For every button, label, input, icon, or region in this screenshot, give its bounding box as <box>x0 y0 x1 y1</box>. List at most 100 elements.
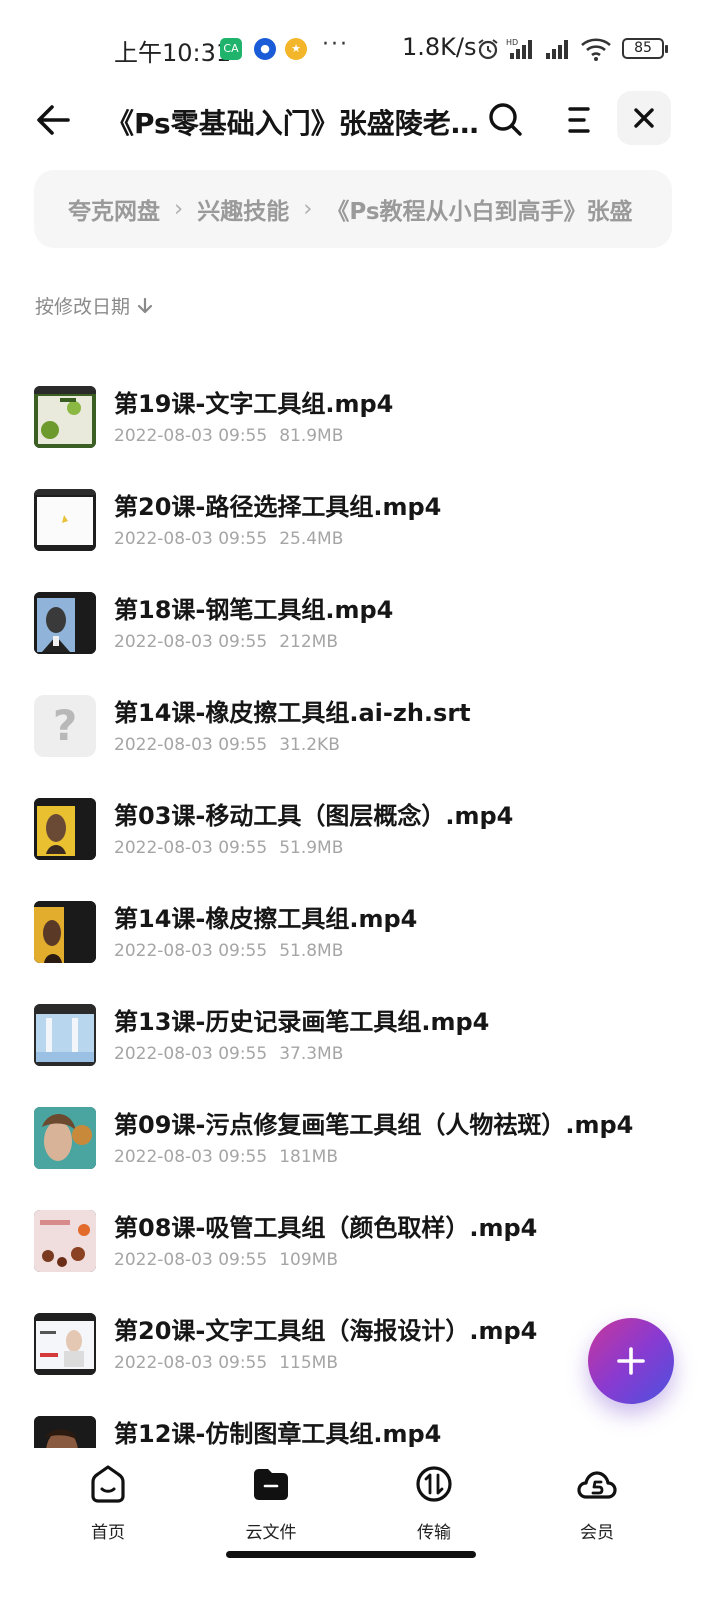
sort-button[interactable]: 按修改日期 <box>35 292 154 319</box>
back-arrow-icon <box>37 105 70 135</box>
list-item[interactable]: 第18课-钢笔工具组.mp4 2022-08-03 09:55 212MB <box>0 570 720 673</box>
list-item[interactable]: 第19课-文字工具组.mp4 2022-08-03 09:55 81.9MB <box>0 364 720 467</box>
breadcrumb-separator: › <box>303 196 313 222</box>
file-date: 2022-08-03 09:55 <box>114 529 268 549</box>
file-name: 第20课-文字工具组（海报设计）.mp4 <box>114 1317 538 1345</box>
video-thumbnail <box>34 489 96 551</box>
list-item[interactable]: 第14课-橡皮擦工具组.mp4 2022-08-03 09:55 51.8MB <box>0 879 720 982</box>
file-meta: 2022-08-03 09:55 115MB <box>114 1353 338 1373</box>
list-item[interactable]: 第08课-吸管工具组（颜色取样）.mp4 2022-08-03 09:55 109… <box>0 1188 720 1291</box>
file-meta: 2022-08-03 09:55 81.9MB <box>114 426 343 446</box>
video-thumbnail <box>34 901 96 963</box>
nav-item-home[interactable]: 首页 <box>48 1464 168 1544</box>
file-size: 81.9MB <box>279 426 344 446</box>
status-time: 上午10:31 <box>114 39 232 67</box>
video-thumbnail <box>34 1210 96 1272</box>
file-size: 109MB <box>279 1250 338 1270</box>
breadcrumb: 夸克网盘 › 兴趣技能 › 《Ps教程从小白到高手》张盛 <box>34 170 672 248</box>
plus-icon <box>617 1347 645 1375</box>
sort-label: 按修改日期 <box>35 296 131 318</box>
transfer-icon <box>416 1466 452 1502</box>
file-name: 第14课-橡皮擦工具组.ai-zh.srt <box>114 699 471 727</box>
hd-signal-icon: HD <box>506 38 532 59</box>
home-indicator[interactable] <box>226 1551 476 1558</box>
file-name: 第20课-路径选择工具组.mp4 <box>114 493 442 521</box>
video-thumbnail <box>34 592 96 654</box>
file-name: 第09课-污点修复画笔工具组（人物祛斑）.mp4 <box>114 1111 634 1139</box>
list-item[interactable]: 第13课-历史记录画笔工具组.mp4 2022-08-03 09:55 37.3M… <box>0 982 720 1085</box>
menu-button[interactable] <box>562 102 598 138</box>
notification-app-icon: CA <box>220 38 242 60</box>
breadcrumb-item-interest-skills[interactable]: 兴趣技能 <box>197 192 289 226</box>
file-meta: 2022-08-03 09:55 31.2KB <box>114 735 340 755</box>
video-thumbnail <box>34 386 96 448</box>
file-name: 第19课-文字工具组.mp4 <box>114 390 394 418</box>
file-size: 115MB <box>279 1353 338 1373</box>
more-notifications-icon: ··· <box>322 32 349 57</box>
file-name: 第03课-移动工具（图层概念）.mp4 <box>114 802 514 830</box>
file-date: 2022-08-03 09:55 <box>114 941 268 961</box>
network-speed: 1.8K/s <box>402 33 477 61</box>
back-button[interactable] <box>32 98 76 142</box>
alarm-icon <box>478 39 498 60</box>
file-date: 2022-08-03 09:55 <box>114 1353 268 1373</box>
file-size: 51.8MB <box>279 941 344 961</box>
wifi-icon <box>581 38 611 61</box>
status-bar: 上午10:31 CA ● ★ ··· 1.8K/s HD 85 <box>0 0 720 96</box>
nav-item-transfer[interactable]: 传输 <box>374 1464 494 1544</box>
battery-icon: 85 <box>622 38 668 59</box>
breadcrumb-item-current-folder[interactable]: 《Ps教程从小白到高手》张盛 <box>326 192 632 226</box>
unknown-file-icon: ? <box>34 695 96 757</box>
file-date: 2022-08-03 09:55 <box>114 838 268 858</box>
file-meta: 2022-08-03 09:55 37.3MB <box>114 1044 343 1064</box>
add-button[interactable] <box>588 1318 674 1404</box>
svg-text:HD: HD <box>506 38 518 47</box>
file-meta: 2022-08-03 09:55 51.9MB <box>114 838 343 858</box>
file-name: 第08课-吸管工具组（颜色取样）.mp4 <box>114 1214 538 1242</box>
list-item[interactable]: 第20课-路径选择工具组.mp4 2022-08-03 09:55 25.4MB <box>0 467 720 570</box>
nav-label: 传输 <box>417 1523 451 1543</box>
arrow-down-icon <box>137 297 153 313</box>
page-title: 《Ps零基础入门》张盛陵老师… <box>106 107 496 140</box>
close-button[interactable] <box>617 91 671 145</box>
file-size: 181MB <box>279 1147 338 1167</box>
file-name: 第13课-历史记录画笔工具组.mp4 <box>114 1008 490 1036</box>
vip-icon <box>577 1471 617 1499</box>
list-item[interactable]: 第09课-污点修复画笔工具组（人物祛斑）.mp4 2022-08-03 09:5… <box>0 1085 720 1188</box>
search-button[interactable] <box>486 100 526 140</box>
video-thumbnail <box>34 1107 96 1169</box>
status-icons: HD <box>476 35 612 63</box>
close-icon <box>634 108 654 128</box>
file-size: 25.4MB <box>279 529 344 549</box>
notification-app-icon: ● <box>254 38 276 60</box>
signal-icon <box>546 40 568 59</box>
header: 《Ps零基础入门》张盛陵老师… <box>0 88 720 152</box>
breadcrumb-item-quark-drive[interactable]: 夸克网盘 <box>68 192 160 226</box>
file-list: 第19课-文字工具组.mp4 2022-08-03 09:55 81.9MB 第2… <box>0 364 720 1448</box>
nav-label: 云文件 <box>245 1523 297 1543</box>
file-name: 第14课-橡皮擦工具组.mp4 <box>114 905 418 933</box>
home-icon <box>91 1465 125 1503</box>
bottom-nav: 首页 云文件 传输 会员 <box>0 1448 720 1558</box>
nav-label: 会员 <box>580 1523 614 1543</box>
notification-app-icon: ★ <box>285 38 307 60</box>
file-meta: 2022-08-03 09:55 25.4MB <box>114 529 343 549</box>
file-size: 51.9MB <box>279 838 344 858</box>
search-icon <box>489 103 522 136</box>
file-date: 2022-08-03 09:55 <box>114 426 268 446</box>
nav-item-vip[interactable]: 会员 <box>537 1464 657 1544</box>
file-size: 212MB <box>279 632 338 652</box>
list-item[interactable]: ? 第14课-橡皮擦工具组.ai-zh.srt 2022-08-03 09:55… <box>0 673 720 776</box>
video-thumbnail <box>34 1313 96 1375</box>
file-date: 2022-08-03 09:55 <box>114 1250 268 1270</box>
nav-item-cloud-files[interactable]: 云文件 <box>211 1464 331 1544</box>
file-meta: 2022-08-03 09:55 181MB <box>114 1147 338 1167</box>
video-thumbnail <box>34 1004 96 1066</box>
list-item[interactable]: 第03课-移动工具（图层概念）.mp4 2022-08-03 09:55 51.9… <box>0 776 720 879</box>
breadcrumb-separator: › <box>174 196 184 222</box>
file-date: 2022-08-03 09:55 <box>114 1147 268 1167</box>
file-meta: 2022-08-03 09:55 212MB <box>114 632 338 652</box>
file-name: 第18课-钢笔工具组.mp4 <box>114 596 394 624</box>
file-name: 第12课-仿制图章工具组.mp4 <box>114 1420 442 1448</box>
video-thumbnail <box>34 798 96 860</box>
